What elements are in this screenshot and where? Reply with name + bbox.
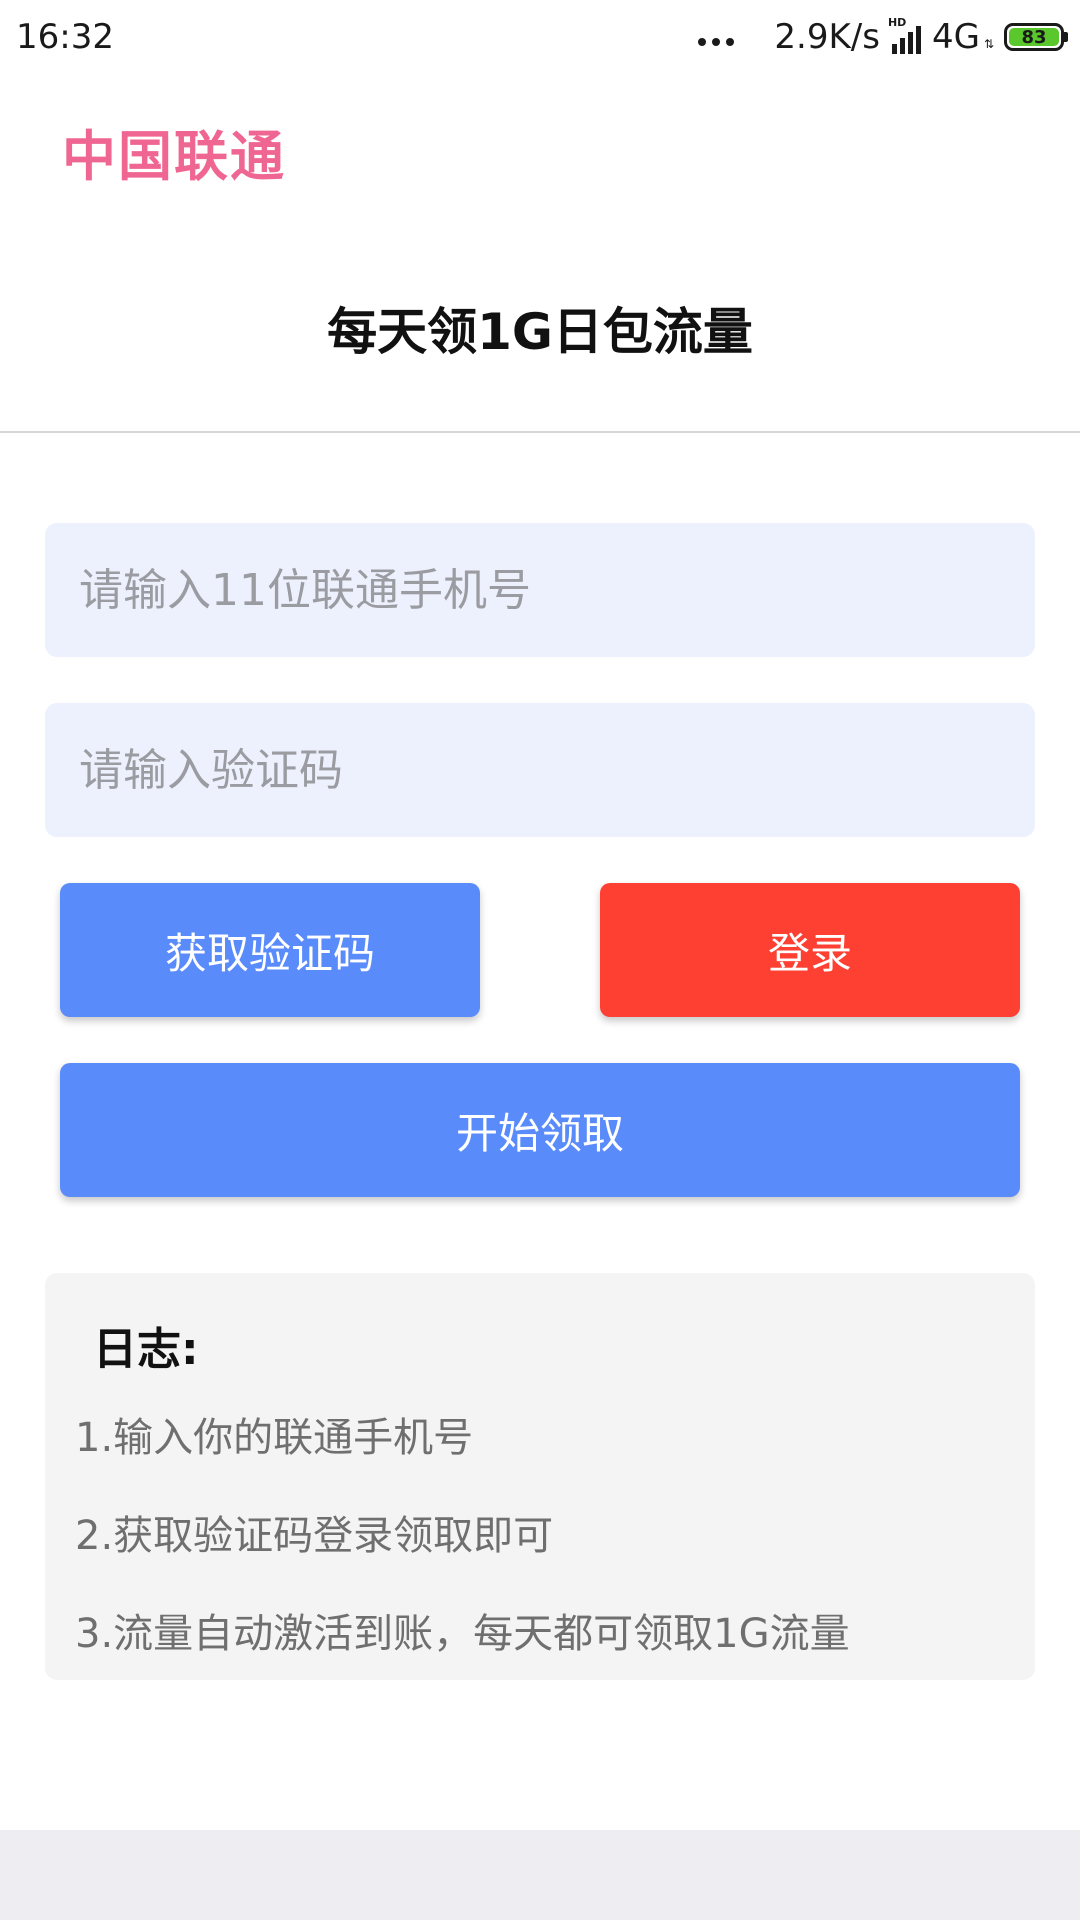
page-title: 每天领1G日包流量	[327, 303, 753, 361]
network-speed: 2.9K/s	[774, 17, 880, 57]
phone-input[interactable]	[77, 563, 1035, 617]
data-activity-icon: ⇅	[983, 37, 994, 51]
log-panel: 日志: 1.输入你的联通手机号 2.获取验证码登录领取即可 3.流量自动激活到账…	[45, 1273, 1035, 1680]
brand-logo-text: 中国联通	[62, 125, 286, 188]
status-bar: 16:32 2.9K/s HD 4G ⇅ 83	[0, 0, 1080, 74]
status-indicators: 2.9K/s HD 4G ⇅ 83	[698, 16, 1068, 58]
log-item: 2.获取验证码登录领取即可	[75, 1513, 554, 1559]
log-title: 日志:	[93, 1324, 199, 1375]
navigation-bar	[0, 1830, 1080, 1920]
get-code-button[interactable]: 获取验证码	[60, 883, 480, 1017]
verification-code-input[interactable]	[77, 743, 1035, 797]
network-type: 4G	[931, 17, 980, 57]
status-time: 16:32	[16, 17, 114, 57]
phone-field[interactable]	[45, 523, 1035, 657]
signal-icon: HD	[888, 16, 928, 54]
more-notifications-icon	[698, 38, 735, 46]
battery-icon: 83	[1004, 23, 1068, 51]
log-item: 3.流量自动激活到账，每天都可领取1G流量	[75, 1611, 850, 1657]
log-item: 1.输入你的联通手机号	[75, 1415, 474, 1461]
code-field[interactable]	[45, 703, 1035, 837]
battery-level: 83	[1009, 27, 1059, 48]
header-divider	[0, 431, 1080, 433]
login-button[interactable]: 登录	[600, 883, 1020, 1017]
start-claim-button[interactable]: 开始领取	[60, 1063, 1020, 1197]
